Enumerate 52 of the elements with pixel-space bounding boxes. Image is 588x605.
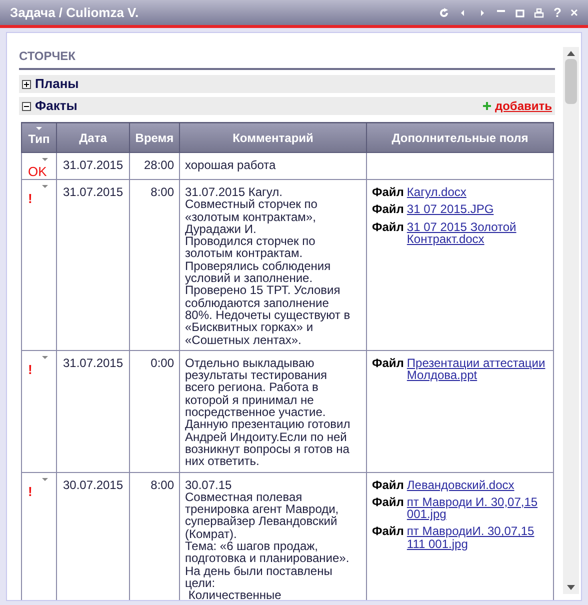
file-link[interactable]: пт МавродиИ. 30,07,15 111 001.jpg — [406, 525, 548, 550]
scroll-up-icon[interactable] — [567, 51, 575, 56]
date-cell: 31.07.2015 — [56, 350, 130, 472]
dropdown-icon[interactable] — [42, 158, 48, 161]
refresh-icon[interactable] — [439, 8, 450, 18]
dropdown-icon[interactable] — [42, 356, 48, 359]
time-cell: 8:00 — [130, 180, 180, 350]
file-label: Файл — [372, 203, 404, 216]
section-title: СТОРЧЕК — [19, 47, 555, 70]
print-icon[interactable] — [534, 8, 544, 18]
scroll-down-icon[interactable] — [567, 585, 575, 590]
file-label: Файл — [372, 356, 404, 370]
dropdown-icon[interactable] — [42, 185, 48, 188]
group-title: Факты — [35, 97, 78, 116]
add-link[interactable]: добавить — [494, 97, 552, 115]
status-mark: ! — [28, 362, 32, 377]
group-header[interactable]: Факты добавить — [19, 97, 555, 115]
comment-cell: Отдельно выкладываю результаты тестирования всего региона. Работа в которой я принимал не посредственное участие. Данную презентацию готовил Андрей Индоиту.Если по ней возникнут вопросы я готов на них ответить. — [180, 350, 366, 472]
status-mark: OK — [28, 165, 47, 179]
file-link[interactable]: Левандовский.docx — [406, 478, 514, 491]
column-header[interactable]: Тип — [22, 122, 56, 152]
maximize-icon[interactable] — [515, 8, 526, 18]
status-mark: ! — [28, 484, 32, 499]
column-header[interactable]: Дата — [56, 122, 130, 152]
file-label: Файл — [372, 525, 404, 538]
time-cell: 28:00 — [130, 152, 180, 180]
group-header[interactable]: Планы — [19, 75, 555, 93]
group-title: Планы — [35, 75, 80, 94]
file-label: Файл — [372, 478, 404, 491]
comment-cell: 31.07.2015 Кагул. Совместный сторчек по «золотым контрактам», Дурадажи И. Проводился сторчек по золотым контрактам. Проверялись соблюдения условий и заполнение. Проверено 15 ТРТ. Условия соблюдаются заполнение 80%. Недочеты существуют в «Бисквитных горках» и «Сошетных лентах». — [180, 180, 366, 350]
date-cell: 31.07.2015 — [56, 180, 130, 350]
time-cell: 0:00 — [130, 350, 180, 472]
file-link[interactable]: пт Мавроди И. 30,07,15 001.jpg — [406, 496, 548, 520]
file-link[interactable]: Кагул.docx — [406, 186, 466, 198]
column-header[interactable]: Дополнительные поля — [366, 122, 554, 152]
file-link[interactable]: Презентации аттестации Молдова.ppt — [406, 356, 548, 382]
status-mark: ! — [28, 192, 32, 206]
plus-icon — [482, 102, 491, 110]
scroll-thumb[interactable] — [565, 59, 577, 104]
file-label: Файл — [372, 220, 404, 233]
window-title: Задача / Culiomza V. — [10, 4, 140, 22]
date-cell: 31.07.2015 — [56, 152, 130, 180]
file-label: Файл — [372, 496, 404, 508]
sort-icon[interactable] — [36, 127, 42, 130]
dropdown-icon[interactable] — [42, 478, 48, 481]
file-link[interactable]: 31 07 2015.JPG — [406, 203, 494, 216]
file-link[interactable]: 31 07 2015 Золотой Контракт.docx — [406, 220, 548, 246]
file-label: Файл — [372, 186, 404, 198]
collapse-icon[interactable] — [22, 102, 31, 110]
column-header[interactable]: Комментарий — [180, 122, 366, 152]
comment-cell: хорошая работа — [180, 152, 366, 180]
expand-icon[interactable] — [22, 80, 31, 88]
